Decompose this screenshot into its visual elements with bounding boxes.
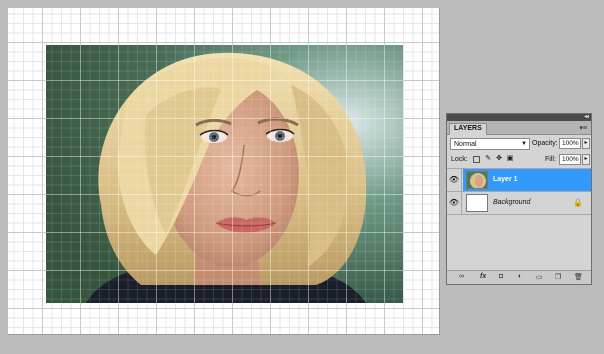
layer-main[interactable]: Background 🔒 (463, 192, 591, 214)
move-icon[interactable]: ✥ (495, 155, 503, 163)
adjustment-icon[interactable]: ◐ (518, 273, 522, 280)
fill-input[interactable]: 100% (559, 154, 581, 165)
fill-label: Fill: (545, 156, 556, 163)
group-folder-icon[interactable]: ▭ (536, 273, 543, 281)
lock-transparent-icon[interactable] (473, 156, 480, 163)
document-canvas[interactable] (8, 8, 440, 335)
panel-title-bar[interactable]: ◂◂ (447, 114, 591, 121)
layer-name[interactable]: Background (493, 199, 530, 206)
panel-menu-icon[interactable]: ▾≡ (579, 124, 587, 132)
eye-icon[interactable]: 👁 (447, 169, 462, 191)
portrait-image (46, 45, 403, 303)
mask-icon[interactable]: ◘ (499, 273, 503, 280)
layers-panel: ◂◂ LAYERS ▾≡ Normal ▼ Opacity: 100% ▸ Lo… (446, 113, 592, 285)
lock-icon: 🔒 (573, 198, 583, 207)
layer-thumbnail (466, 194, 488, 212)
fx-icon[interactable]: fx (480, 273, 486, 280)
blend-mode-value: Normal (454, 141, 477, 148)
blend-mode-select[interactable]: Normal ▼ (450, 138, 530, 150)
link-icon[interactable]: ∞ (459, 273, 464, 280)
portrait-photo[interactable] (46, 45, 403, 303)
opacity-input[interactable]: 100% (559, 138, 581, 149)
panel-tab-bar: LAYERS ▾≡ (447, 121, 591, 135)
panel-footer: ∞ fx ◘ ◐ ▭ ❐ 🗑 (447, 270, 591, 284)
layer-row-background[interactable]: 👁 Background 🔒 (447, 192, 591, 215)
tab-layers[interactable]: LAYERS (449, 123, 487, 135)
chevron-down-icon: ▼ (521, 141, 527, 147)
layer-thumbnail (466, 171, 488, 189)
brush-icon[interactable]: ✎ (484, 155, 492, 163)
fill-stepper[interactable]: ▸ (582, 154, 590, 165)
trash-icon[interactable]: 🗑 (574, 273, 583, 281)
layer-name[interactable]: Layer 1 (493, 176, 518, 183)
opacity-label: Opacity: (532, 140, 558, 147)
new-layer-icon[interactable]: ❐ (555, 273, 561, 281)
eye-icon[interactable]: 👁 (447, 192, 462, 214)
lock-icon[interactable]: ▣ (506, 155, 514, 163)
collapse-icon[interactable]: ◂◂ (584, 113, 589, 120)
layer-main[interactable]: Layer 1 (463, 169, 591, 191)
lock-label: Lock: (451, 156, 468, 163)
layer-row-layer-1[interactable]: 👁 Layer 1 (447, 169, 591, 192)
opacity-stepper[interactable]: ▸ (582, 138, 590, 149)
